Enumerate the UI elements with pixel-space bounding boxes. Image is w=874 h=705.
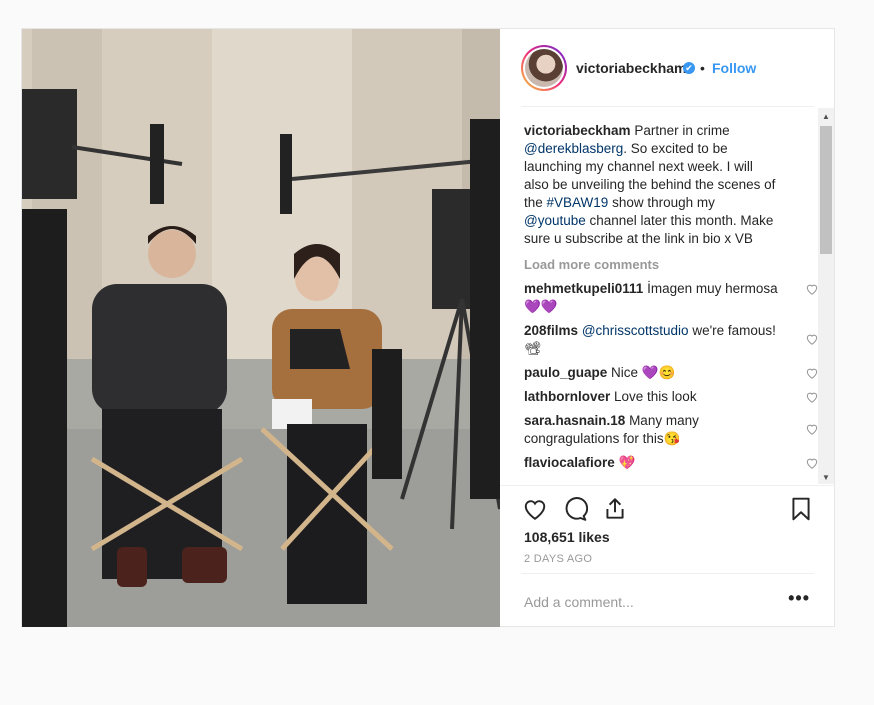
header-separator: • [700, 60, 705, 76]
comment-text: Love this look [610, 389, 697, 404]
comment-like-heart-icon[interactable] [805, 332, 819, 346]
comment-emoji: 📽 [524, 341, 542, 356]
load-more-comments-button[interactable]: Load more comments [524, 256, 779, 274]
comment-input[interactable]: Add a comment... [524, 594, 634, 610]
comment-like-heart-icon[interactable] [805, 422, 819, 436]
post-photo[interactable] [22, 29, 500, 627]
add-comment-bar: Add a comment... ••• [521, 573, 814, 628]
comments-scrollbar[interactable]: ▲ ▼ [818, 108, 834, 484]
header-divider [521, 106, 814, 107]
header-username[interactable]: victoriabeckham [576, 60, 687, 76]
comment-emoji: 😘 [663, 431, 681, 446]
likes-count[interactable]: 108,651 likes [524, 529, 610, 545]
comment-username[interactable]: lathbornlover [524, 389, 610, 404]
avatar[interactable] [521, 45, 567, 91]
comments-section[interactable]: victoriabeckham Partner in crime @derekb… [500, 108, 835, 484]
bookmark-icon[interactable] [788, 496, 814, 522]
verified-badge-icon: ✔ [683, 62, 695, 74]
comment-item: paulo_guape Nice 💜😊 [524, 364, 818, 382]
comment-text: Nice [607, 365, 642, 380]
comment-text: İmagen muy hermosa [643, 281, 778, 296]
scrollbar-thumb[interactable] [820, 126, 832, 254]
comment-username[interactable]: flaviocalafiore [524, 455, 615, 470]
heart-icon[interactable] [522, 496, 548, 522]
caption: victoriabeckham Partner in crime @derekb… [524, 122, 779, 248]
comment-username[interactable]: 208films [524, 323, 578, 338]
caption-mention-youtube[interactable]: @youtube [524, 213, 586, 228]
scroll-up-arrow-icon[interactable]: ▲ [822, 112, 830, 121]
post-card: victoriabeckham ✔ • Follow victoriabeckh… [21, 28, 835, 627]
comment-item: 208films @chrisscottstudio we're famous!… [524, 322, 818, 358]
more-options-icon[interactable]: ••• [788, 588, 810, 609]
comment-emoji: 💜😊 [641, 365, 676, 380]
caption-mention-derek[interactable]: @derekblasberg [524, 141, 623, 156]
follow-button[interactable]: Follow [712, 60, 756, 76]
post-sidebar: victoriabeckham ✔ • Follow victoriabeckh… [500, 29, 835, 627]
action-bar [500, 485, 835, 526]
comment-username[interactable]: paulo_guape [524, 365, 607, 380]
comment-item: flaviocalafiore 💖 [524, 454, 818, 472]
comment-item: lathbornlover Love this look [524, 388, 818, 406]
caption-username[interactable]: victoriabeckham [524, 123, 631, 138]
comment-emoji: 💖 [618, 455, 636, 470]
comment-mention[interactable]: @chrisscottstudio [582, 323, 689, 338]
comment-like-heart-icon[interactable] [805, 366, 819, 380]
avatar-image [525, 49, 563, 87]
comment-text: we're famous! [688, 323, 776, 338]
comment-like-heart-icon[interactable] [805, 456, 819, 470]
comment-item: mehmetkupeli0111 İmagen muy hermosa 💜💜 [524, 280, 818, 316]
caption-text: Partner in crime [630, 123, 730, 138]
comment-item: sara.hasnain.18 Many many congragulation… [524, 412, 818, 448]
comment-emoji: 💜💜 [524, 299, 558, 314]
caption-hashtag[interactable]: #VBAW19 [547, 195, 609, 210]
share-icon[interactable] [602, 496, 628, 522]
comment-like-heart-icon[interactable] [805, 282, 819, 296]
photo-illustration [22, 29, 500, 627]
scroll-down-arrow-icon[interactable]: ▼ [822, 473, 830, 482]
comment-icon[interactable] [562, 496, 588, 522]
post-header: victoriabeckham ✔ • Follow [500, 29, 835, 107]
comment-like-heart-icon[interactable] [805, 390, 819, 404]
comment-username[interactable]: mehmetkupeli0111 [524, 281, 643, 296]
post-timestamp[interactable]: 2 DAYS AGO [524, 553, 592, 565]
caption-text: show through my [608, 195, 715, 210]
comment-username[interactable]: sara.hasnain.18 [524, 413, 625, 428]
